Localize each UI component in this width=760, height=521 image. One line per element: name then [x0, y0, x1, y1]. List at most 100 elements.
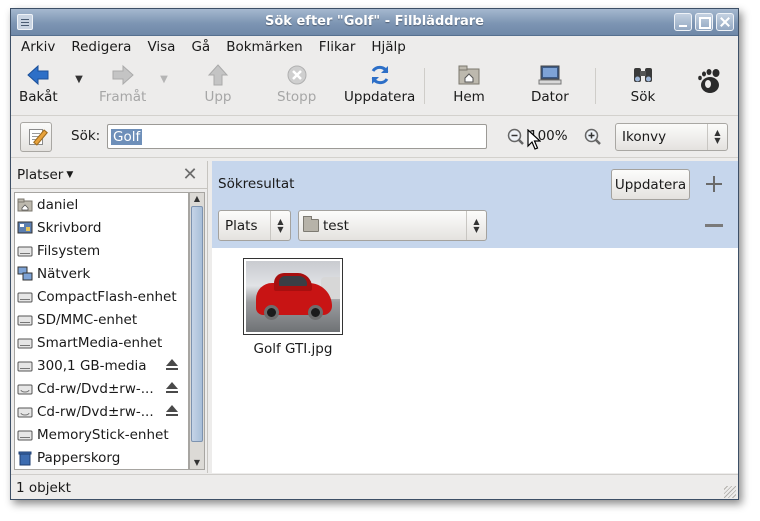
eject-icon[interactable] [165, 404, 179, 418]
scroll-thumb[interactable] [191, 206, 203, 442]
zoom-in-icon[interactable] [584, 128, 602, 146]
add-criterion-icon[interactable] [705, 175, 723, 193]
minimize-button[interactable] [674, 13, 692, 31]
trash-icon [17, 450, 33, 466]
menu-arkiv[interactable]: Arkiv [21, 39, 55, 55]
sidebar-close-icon[interactable]: ✕ [180, 165, 200, 185]
sidebar-title: Platser [17, 167, 64, 183]
sidebar-place-item[interactable]: Papperskorg [15, 446, 188, 469]
image-thumbnail [243, 258, 343, 335]
sidebar-type-select[interactable]: Platser ▼ [13, 164, 77, 186]
sidebar-place-item[interactable]: Cd-rw/Dvd±rw-... [15, 400, 188, 423]
sidebar-place-item[interactable]: daniel [15, 193, 188, 216]
network-icon [17, 266, 33, 282]
back-history-chevron-icon[interactable]: ▼ [73, 74, 85, 86]
drive-icon [17, 427, 33, 443]
folder-icon [303, 216, 319, 232]
toolbar: Bakåt ▼ Framåt ▼ Upp Stopp Uppdatera Hem… [11, 58, 738, 116]
sidebar-scrollbar[interactable]: ▲ ▼ [189, 192, 205, 470]
status-text: 1 objekt [16, 479, 71, 496]
close-button[interactable] [716, 13, 734, 31]
menu-bokmarken[interactable]: Bokmärken [226, 39, 303, 55]
sidebar-place-label: daniel [37, 196, 79, 213]
sidebar-place-label: SmartMedia-enhet [37, 334, 163, 351]
location-folder-select[interactable]: test ▲ ▼ [298, 210, 487, 241]
sidebar-place-item[interactable]: Skrivbord [15, 216, 188, 239]
search-input-value: Golf [111, 128, 143, 145]
sidebar-header: Platser ▼ ✕ [11, 161, 207, 189]
mouse-pointer-icon [527, 128, 542, 155]
reload-icon [364, 62, 396, 88]
forward-history-chevron-icon[interactable]: ▼ [158, 74, 170, 86]
sidebar-place-label: Papperskorg [37, 449, 121, 466]
up-arrow-icon [202, 62, 234, 88]
drive-icon [17, 358, 33, 374]
sidebar-place-label: Cd-rw/Dvd±rw-... [37, 403, 154, 420]
resize-grip-icon[interactable] [724, 486, 736, 498]
title-bar[interactable]: Sök efter "Golf" - Filbläddrare [11, 9, 738, 36]
criterion-type-value: Plats [225, 217, 258, 234]
sidebar-place-item[interactable]: CompactFlash-enhet [15, 285, 188, 308]
maximize-button[interactable] [695, 13, 713, 31]
search-input[interactable]: Golf [107, 124, 487, 149]
scroll-up-icon[interactable]: ▲ [190, 193, 204, 205]
update-search-button[interactable]: Uppdatera [611, 169, 690, 200]
menu-ga[interactable]: Gå [191, 39, 210, 55]
back-button[interactable]: Bakåt [19, 62, 58, 105]
binoculars-icon [627, 62, 659, 88]
sidebar-place-item[interactable]: Cd-rw/Dvd±rw-... [15, 377, 188, 400]
chevron-down-icon: ▼ [66, 170, 74, 180]
criterion-type-select[interactable]: Plats ▲ ▼ [218, 210, 291, 241]
computer-icon [534, 62, 566, 88]
select-arrows-icon: ▲ ▼ [466, 211, 486, 240]
reload-button[interactable]: Uppdatera [344, 62, 415, 105]
search-label: Sök [630, 89, 656, 105]
drive-icon [17, 243, 33, 259]
search-field-label: Sök: [71, 128, 101, 144]
sidebar-place-label: Cd-rw/Dvd±rw-... [37, 380, 154, 397]
menu-redigera[interactable]: Redigera [71, 39, 131, 55]
forward-button[interactable]: Framåt [99, 62, 146, 105]
zoom-out-icon[interactable] [507, 128, 525, 146]
computer-label: Dator [531, 89, 569, 105]
gnome-foot-logo [693, 68, 725, 94]
up-button[interactable]: Upp [202, 62, 234, 105]
edit-location-button[interactable] [20, 122, 52, 152]
sidebar-place-item[interactable]: Filsystem [15, 239, 188, 262]
sidebar-place-label: Nätverk [37, 265, 91, 282]
sidebar-place-label: Skrivbord [37, 219, 102, 236]
menu-visa[interactable]: Visa [147, 39, 175, 55]
select-arrows-icon: ▲ ▼ [707, 124, 727, 150]
drive-icon [17, 335, 33, 351]
menu-flikar[interactable]: Flikar [319, 39, 356, 55]
places-list: daniel Skrivbord Filsystem Nätverk CompactFl… [14, 192, 189, 470]
eject-icon[interactable] [165, 358, 179, 372]
stop-label: Stopp [277, 89, 317, 105]
sidebar-place-label: MemoryStick-enhet [37, 426, 169, 443]
scroll-down-icon[interactable]: ▼ [190, 457, 204, 469]
toolbar-separator [595, 68, 596, 104]
sidebar-place-item[interactable]: Nätverk [15, 262, 188, 285]
computer-button[interactable]: Dator [531, 62, 569, 105]
view-mode-value: Ikonvy [622, 129, 667, 145]
sidebar-place-item[interactable]: 300,1 GB-media [15, 354, 188, 377]
stop-button[interactable]: Stopp [277, 62, 316, 105]
search-button[interactable]: Sök [627, 62, 659, 105]
sidebar-place-item[interactable]: MemoryStick-enhet [15, 423, 188, 446]
view-mode-select[interactable]: Ikonvy ▲ ▼ [615, 123, 728, 151]
stop-icon [281, 62, 313, 88]
file-item[interactable]: Golf GTI.jpg [241, 258, 345, 357]
sidebar-place-label: 300,1 GB-media [37, 357, 147, 374]
drive-icon [17, 312, 33, 328]
sidebar-place-label: CompactFlash-enhet [37, 288, 177, 305]
back-arrow-icon [22, 62, 54, 88]
sidebar-place-item[interactable]: SD/MMC-enhet [15, 308, 188, 331]
remove-criterion-icon[interactable] [705, 224, 723, 227]
search-bar: Sök: Golf 100% Ikonvy ▲ ▼ [11, 116, 738, 158]
back-label: Bakåt [19, 89, 58, 105]
home-button[interactable]: Hem [453, 62, 485, 105]
sidebar-place-item[interactable]: SmartMedia-enhet [15, 331, 188, 354]
drive-icon [17, 289, 33, 305]
eject-icon[interactable] [165, 381, 179, 395]
menu-hjalp[interactable]: Hjälp [371, 39, 406, 55]
